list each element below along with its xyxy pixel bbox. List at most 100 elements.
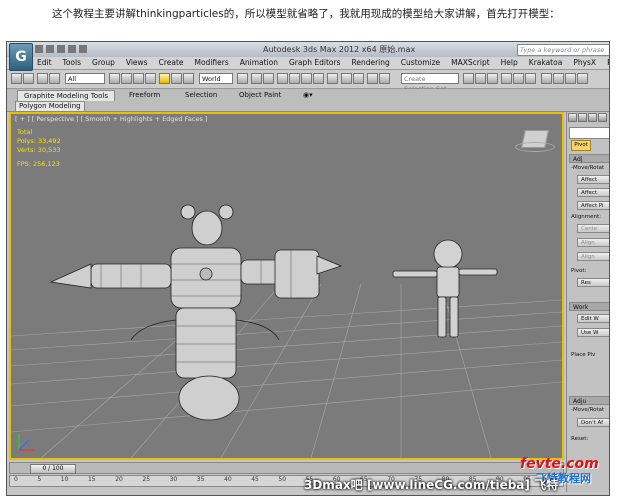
adjust-pivot-rollout[interactable]: Adj	[569, 154, 609, 163]
undo-icon[interactable]	[68, 45, 76, 53]
app-logo-icon[interactable]: G	[9, 43, 33, 71]
material-editor-icon[interactable]	[487, 73, 498, 84]
menu-items: Edit Tools Group Views Create Modifiers Animat…	[37, 58, 609, 67]
menu-item-rendering[interactable]: Rendering	[351, 58, 389, 67]
menu-item-create[interactable]: Create	[159, 58, 184, 67]
selection-filter-select[interactable]: All	[65, 73, 105, 84]
snaps-toggle-icon[interactable]	[277, 73, 288, 84]
spinner-snap-icon[interactable]	[313, 73, 324, 84]
menu-item-group[interactable]: Group	[92, 58, 115, 67]
ribbon-options-icon[interactable]: ◉▾	[297, 90, 319, 100]
select-by-name-icon[interactable]	[121, 73, 132, 84]
vue-icon[interactable]	[577, 73, 588, 84]
use-working-pivot-button[interactable]: Use W	[577, 328, 609, 337]
reset-pivot-button[interactable]: Res	[577, 278, 609, 287]
stats-fps: FPS: 256,123	[17, 160, 60, 168]
percent-snap-icon[interactable]	[301, 73, 312, 84]
motion-tab-icon[interactable]	[598, 113, 607, 122]
move-icon[interactable]	[159, 73, 170, 84]
dont-affect-children-button[interactable]: Don't Af	[577, 418, 609, 427]
unlink-icon[interactable]	[49, 73, 60, 84]
redo-icon[interactable]	[79, 45, 87, 53]
rendered-frame-icon[interactable]	[513, 73, 524, 84]
command-panel: Pivot Adj -Move/Rotat Affect Affect Affe…	[566, 112, 609, 492]
menu-item-physx[interactable]: PhysX	[573, 58, 596, 67]
layer-manager-icon[interactable]	[367, 73, 378, 84]
menu-item-graph-editors[interactable]: Graph Editors	[289, 58, 341, 67]
graphite-toggle-icon[interactable]	[379, 73, 390, 84]
scale-icon[interactable]	[183, 73, 194, 84]
menu-item-edit[interactable]: Edit	[37, 58, 52, 67]
align-to-object-button[interactable]: Align	[577, 238, 609, 247]
modify-tab-icon[interactable]	[578, 113, 587, 122]
new-file-icon[interactable]	[35, 45, 43, 53]
tab-object-paint[interactable]: Object Paint	[233, 90, 287, 100]
schematic-view-icon[interactable]	[475, 73, 486, 84]
affect-object-only-button[interactable]: Affect	[577, 188, 609, 197]
keyboard-shortcut-icon[interactable]	[263, 73, 274, 84]
window-crossing-icon[interactable]	[145, 73, 156, 84]
menu-item-customize[interactable]: Customize	[401, 58, 440, 67]
reference-coord-select[interactable]: World	[199, 73, 233, 84]
quick-access-toolbar	[35, 45, 87, 53]
track-tick-label: 40	[224, 476, 232, 483]
viewcube-compass-icon[interactable]	[515, 142, 555, 152]
menu-item-animation[interactable]: Animation	[240, 58, 278, 67]
align-icon[interactable]	[353, 73, 364, 84]
undo-icon[interactable]	[11, 73, 22, 84]
pivot-center-icon[interactable]	[237, 73, 248, 84]
graphite-ribbon: Graphite Modeling Tools Freeform Selecti…	[7, 89, 609, 112]
menu-item-help[interactable]: Help	[501, 58, 518, 67]
alignment-label: Alignment:	[571, 214, 602, 220]
adjust-transform-rollout[interactable]: Adju	[569, 396, 609, 405]
tab-graphite-modeling-tools[interactable]: Graphite Modeling Tools	[17, 90, 116, 101]
time-slider-bar[interactable]: 0 / 100	[9, 462, 564, 474]
link-icon[interactable]	[37, 73, 48, 84]
align-to-world-button[interactable]: Align	[577, 252, 609, 261]
selection-set-input[interactable]: Create Selection Set	[401, 73, 459, 93]
object-name-input[interactable]	[569, 127, 609, 139]
edit-working-pivot-button[interactable]: Edit W	[577, 314, 609, 323]
affect-pivot-only-button[interactable]: Affect	[577, 175, 609, 184]
menu-item-krakatoa[interactable]: Krakatoa	[529, 58, 563, 67]
redo-icon[interactable]	[23, 73, 34, 84]
track-tick-label: 15	[87, 476, 96, 483]
realflow-icon[interactable]	[553, 73, 564, 84]
rotate-icon[interactable]	[171, 73, 182, 84]
open-file-icon[interactable]	[46, 45, 54, 53]
select-manipulate-icon[interactable]	[251, 73, 262, 84]
edit-named-selection-icon[interactable]	[327, 73, 338, 84]
perspective-viewport[interactable]: [ + ] [ Perspective ] [ Smooth + Highlig…	[9, 112, 564, 460]
center-to-object-button[interactable]: Cente	[577, 224, 609, 233]
menu-item-modifiers[interactable]: Modifiers	[195, 58, 229, 67]
save-file-icon[interactable]	[57, 45, 65, 53]
physx-icon[interactable]	[565, 73, 576, 84]
create-tab-icon[interactable]	[568, 113, 577, 122]
krakatoa-icon[interactable]	[541, 73, 552, 84]
stats-verts: Verts: 30,533	[17, 146, 61, 154]
viewport-scene	[11, 204, 562, 458]
search-input[interactable]: Type a keyword or phrase	[517, 44, 609, 56]
robot-model[interactable]	[49, 204, 343, 421]
render-production-icon[interactable]	[525, 73, 536, 84]
window-title: Autodesk 3ds Max 2012 x64 原始.max	[263, 45, 416, 54]
menu-item-views[interactable]: Views	[126, 58, 148, 67]
tab-freeform[interactable]: Freeform	[123, 90, 166, 100]
menu-item-realflow[interactable]: RealFlow	[607, 58, 609, 67]
mirror-icon[interactable]	[341, 73, 352, 84]
affect-hierarchy-only-button[interactable]: Affect Pi	[577, 201, 609, 210]
hierarchy-tab-icon[interactable]	[588, 113, 597, 122]
curve-editor-icon[interactable]	[463, 73, 474, 84]
pivot-button[interactable]: Pivot	[571, 140, 591, 151]
render-setup-icon[interactable]	[501, 73, 512, 84]
tab-polygon-modeling[interactable]: Polygon Modeling	[15, 101, 85, 112]
time-slider-handle[interactable]: 0 / 100	[30, 464, 76, 474]
working-pivot-rollout[interactable]: Work	[569, 302, 609, 311]
menu-item-maxscript[interactable]: MAXScript	[451, 58, 490, 67]
region-select-icon[interactable]	[133, 73, 144, 84]
select-object-icon[interactable]	[109, 73, 120, 84]
viewport-label[interactable]: [ + ] [ Perspective ] [ Smooth + Highlig…	[15, 115, 207, 123]
menu-item-tools[interactable]: Tools	[63, 58, 81, 67]
angle-snap-icon[interactable]	[289, 73, 300, 84]
tab-selection[interactable]: Selection	[179, 90, 223, 100]
